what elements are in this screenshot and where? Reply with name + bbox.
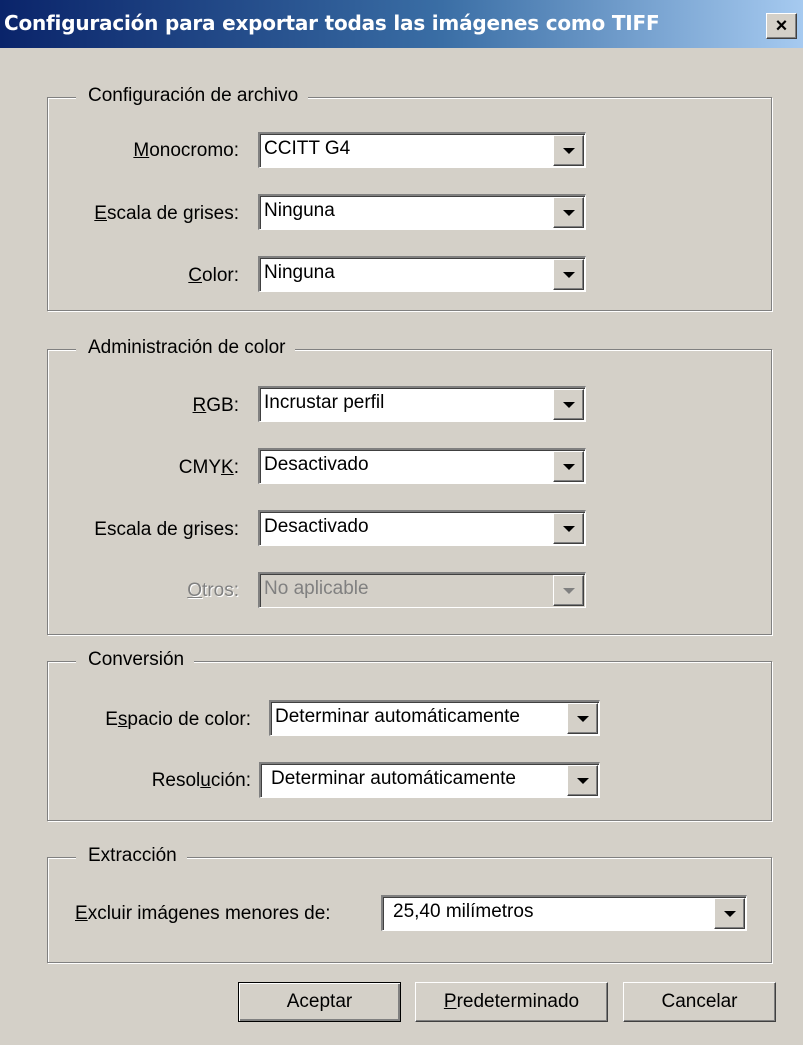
chevron-down-icon[interactable]: [567, 765, 598, 796]
chevron-down-icon[interactable]: [553, 259, 584, 290]
accept-button[interactable]: Aceptar: [238, 982, 401, 1022]
chevron-down-icon: [553, 575, 584, 606]
chevron-down-icon[interactable]: [714, 898, 745, 929]
monochrome-label: Monocromo:: [133, 140, 239, 161]
color-management-legend: Administración de color: [76, 337, 296, 359]
others-select: No aplicable: [258, 572, 586, 608]
exclude-images-select[interactable]: 25,40 milímetros: [381, 895, 747, 931]
color-label: Color:: [188, 265, 239, 286]
resolution-select[interactable]: Determinar automáticamente: [259, 762, 600, 798]
chevron-down-icon[interactable]: [553, 197, 584, 228]
grayscale-label: Escala de grises:: [94, 203, 239, 224]
close-button[interactable]: ×: [766, 13, 797, 39]
others-label: Otros:: [187, 580, 239, 601]
chevron-down-icon[interactable]: [553, 135, 584, 166]
window-title: Configuración para exportar todas las im…: [4, 11, 660, 35]
grayscale-profile-label: Escala de grises:: [94, 519, 239, 540]
resolution-label: Resolución:: [151, 770, 251, 791]
extraction-legend: Extracción: [76, 845, 187, 867]
file-settings-legend: Configuración de archivo: [76, 85, 309, 107]
monochrome-select[interactable]: CCITT G4: [258, 132, 586, 168]
conversion-legend: Conversión: [76, 649, 195, 671]
cmyk-label: CMYK:: [178, 457, 239, 478]
rgb-label: RGB:: [192, 395, 239, 416]
color-select[interactable]: Ninguna: [258, 256, 586, 292]
cmyk-select[interactable]: Desactivado: [258, 448, 586, 484]
grayscale-select[interactable]: Ninguna: [258, 194, 586, 230]
chevron-down-icon[interactable]: [553, 389, 584, 420]
rgb-select[interactable]: Incrustar perfil: [258, 386, 586, 422]
chevron-down-icon[interactable]: [553, 451, 584, 482]
chevron-down-icon[interactable]: [553, 513, 584, 544]
chevron-down-icon[interactable]: [567, 703, 598, 734]
grayscale-profile-select[interactable]: Desactivado: [258, 510, 586, 546]
defaults-button[interactable]: Predeterminado: [415, 982, 608, 1022]
color-space-select[interactable]: Determinar automáticamente: [269, 700, 600, 736]
title-bar: Configuración para exportar todas las im…: [0, 0, 803, 48]
cancel-button[interactable]: Cancelar: [623, 982, 776, 1022]
close-icon: ×: [775, 15, 788, 37]
color-space-label: Espacio de color:: [105, 709, 251, 730]
exclude-images-label: Excluir imágenes menores de:: [75, 903, 331, 924]
